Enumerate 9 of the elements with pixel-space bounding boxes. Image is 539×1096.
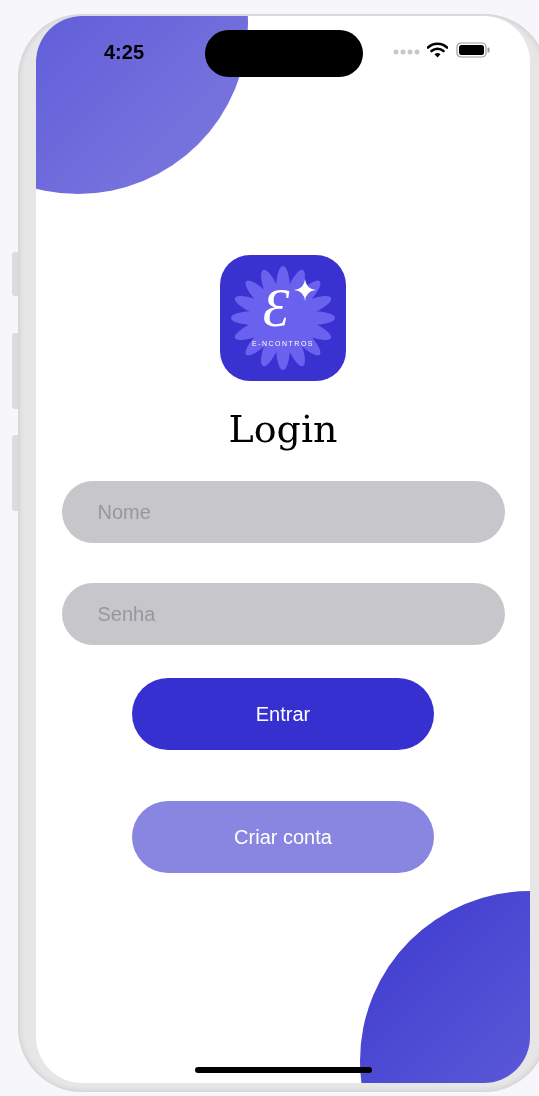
sunburst-icon <box>231 266 335 370</box>
login-button[interactable]: Entrar <box>132 678 434 750</box>
wifi-icon <box>427 42 448 58</box>
status-time: 4:25 <box>104 40 145 64</box>
logo-letter: Ɛ <box>261 279 291 337</box>
battery-icon <box>456 42 490 58</box>
sparkle-icon <box>294 279 316 301</box>
page-title: Login <box>228 407 338 451</box>
signal-icon <box>393 49 421 55</box>
